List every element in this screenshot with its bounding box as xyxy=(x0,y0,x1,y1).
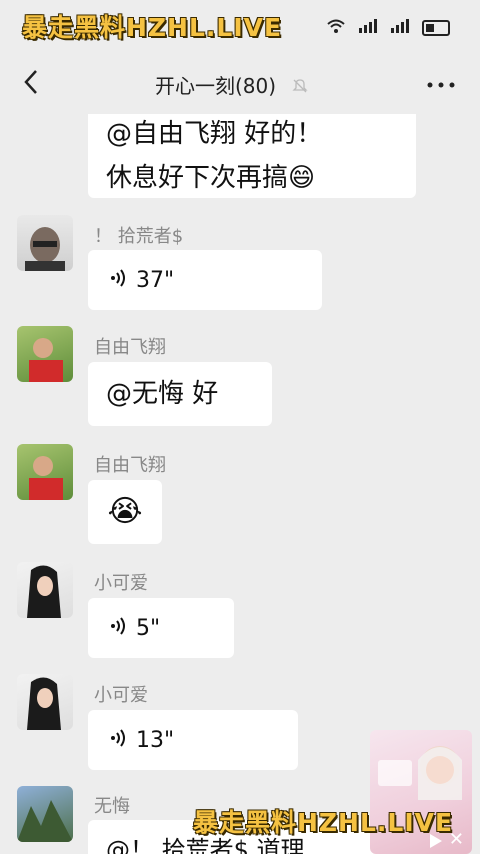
voice-wave-icon xyxy=(110,616,128,641)
battery-icon xyxy=(422,20,450,36)
chevron-left-icon xyxy=(24,70,37,94)
chat-title-wrap: 开心一刻(80) xyxy=(155,70,308,99)
voice-wave-icon xyxy=(110,268,128,293)
voice-message-bubble[interactable]: 37" xyxy=(88,250,322,310)
wifi-icon xyxy=(326,18,346,38)
voice-duration: 13" xyxy=(136,727,175,753)
sender-name: 自由飞翔 xyxy=(94,337,166,358)
avatar[interactable] xyxy=(17,444,73,500)
more-icon xyxy=(427,82,455,88)
avatar[interactable] xyxy=(17,326,73,382)
avatar[interactable] xyxy=(17,215,73,271)
sender-name: 小可爱 xyxy=(94,573,148,594)
status-bar: 暴走黑料HZHL.LIVE xyxy=(0,0,480,52)
avatar[interactable] xyxy=(17,562,73,618)
back-button[interactable] xyxy=(18,68,44,98)
sender-name: 自由飞翔 xyxy=(94,455,166,476)
avatar[interactable] xyxy=(17,674,73,730)
sender-name: ！ 拾荒者$ xyxy=(94,226,184,247)
emoji-message-bubble[interactable]: 😭 xyxy=(88,480,162,544)
status-icons xyxy=(326,18,450,38)
voice-message-bubble[interactable]: 13" xyxy=(88,710,298,770)
avatar[interactable] xyxy=(17,786,73,842)
message-text: @无悔 好 xyxy=(106,379,219,409)
message-bubble[interactable]: @无悔 好 xyxy=(88,362,272,426)
sender-name: 无悔 xyxy=(94,796,130,817)
mute-icon xyxy=(292,78,308,98)
more-options-button[interactable] xyxy=(426,66,456,96)
voice-duration: 37" xyxy=(136,267,175,293)
message-bubble[interactable]: @自由飞翔 好的！ 休息好下次再搞😄 xyxy=(88,114,416,198)
voice-message-bubble[interactable]: 5" xyxy=(88,598,234,658)
message-text-line2: 休息好下次再搞😄 xyxy=(106,163,316,193)
message-text-line1: @自由飞翔 好的！ xyxy=(106,119,323,149)
chat-title: 开心一刻(80) xyxy=(155,74,277,98)
sender-name: 小可爱 xyxy=(94,685,148,706)
chat-header: 开心一刻(80) xyxy=(0,52,480,114)
watermark-bottom: 暴走黑料HZHL.LIVE xyxy=(193,808,454,837)
voice-duration: 5" xyxy=(136,615,161,641)
watermark-top: 暴走黑料HZHL.LIVE xyxy=(22,13,283,42)
voice-wave-icon xyxy=(110,728,128,753)
crying-emoji-icon: 😭 xyxy=(107,494,143,529)
signal-icon-2 xyxy=(390,19,410,37)
signal-icon xyxy=(358,19,378,37)
